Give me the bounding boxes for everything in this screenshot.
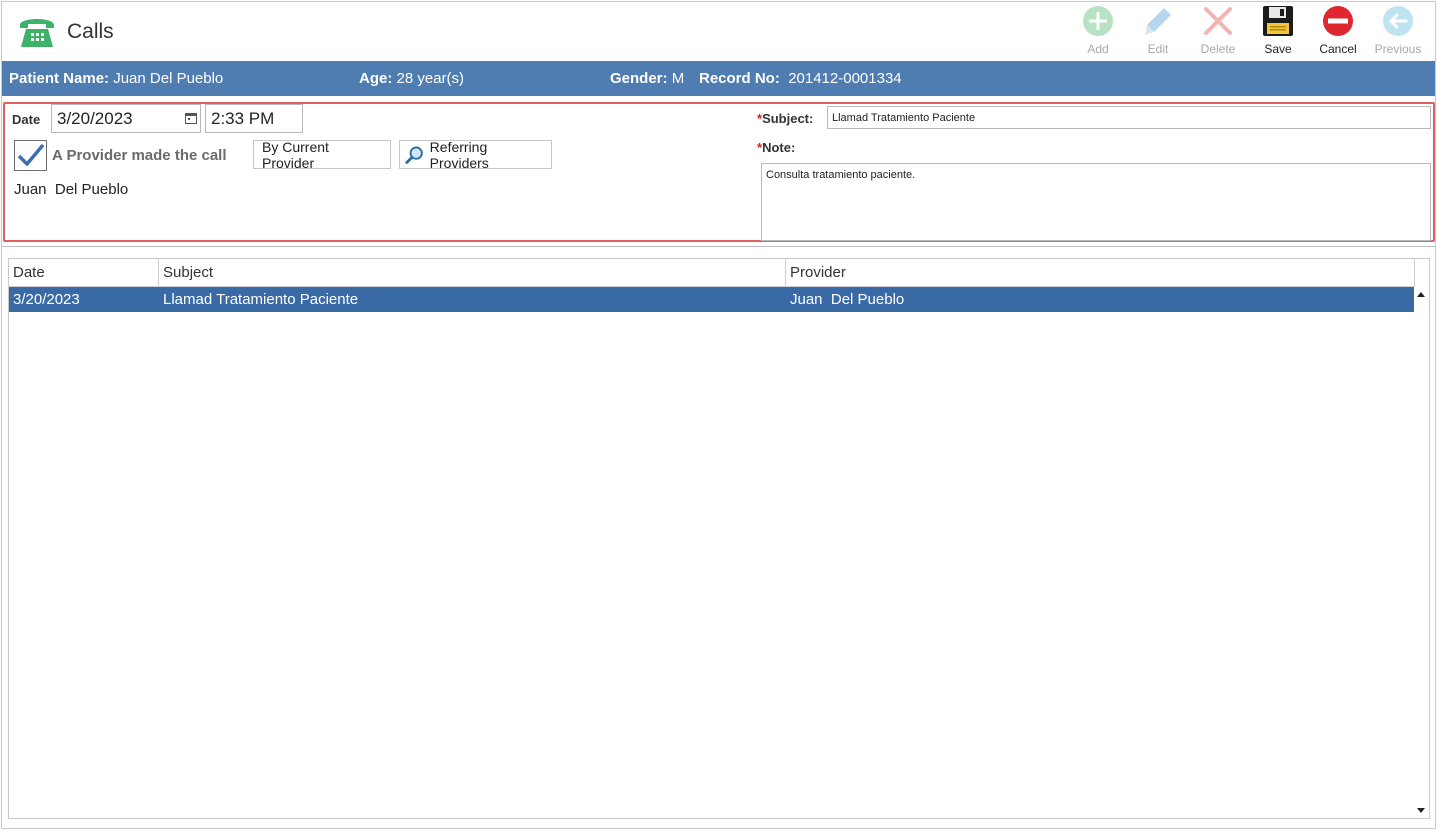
provider-made-call-checkbox[interactable]: [14, 140, 47, 171]
previous-label: Previous: [1374, 42, 1422, 56]
subject-value: Llamad Tratamiento Paciente: [832, 112, 976, 124]
gender-label: Gender:: [610, 70, 668, 87]
note-label: *Note:: [757, 140, 795, 155]
vertical-scrollbar[interactable]: [1414, 287, 1429, 818]
floppy-disk-icon: [1263, 6, 1293, 36]
by-current-provider-label: By Current Provider: [262, 138, 329, 171]
delete-button[interactable]: Delete: [1189, 4, 1247, 58]
save-button[interactable]: Save: [1249, 4, 1307, 58]
referring-providers-button[interactable]: Referring Providers: [399, 138, 552, 171]
calls-grid: Date Subject Provider 3/20/2023 Llamad T…: [8, 258, 1430, 819]
subject-input[interactable]: Llamad Tratamiento Paciente: [827, 106, 1431, 129]
date-label: Date: [12, 112, 41, 127]
pencil-icon: [1145, 8, 1171, 35]
magnifier-icon: [405, 146, 423, 164]
subject-label: *Subject:: [757, 111, 813, 126]
page-title: Calls: [67, 20, 114, 43]
edit-label: Edit: [1147, 42, 1169, 56]
gender-value: M: [671, 70, 685, 87]
checkmark-icon: [17, 143, 45, 166]
referring-providers-label: Referring Providers: [429, 138, 489, 171]
grid-header: Date Subject Provider: [9, 259, 1415, 287]
gender-field: Gender: M: [610, 70, 684, 87]
cancel-button[interactable]: Cancel: [1309, 4, 1367, 58]
telephone-icon: [20, 19, 54, 47]
age-value: 28 year(s): [396, 70, 465, 87]
toolbar: Add Edit Delete Save Cancel Previous: [1067, 4, 1427, 58]
add-button[interactable]: Add: [1069, 4, 1127, 58]
record-value: 201412-0001334: [788, 70, 902, 87]
column-header-provider[interactable]: Provider: [786, 259, 1415, 286]
note-label-text: Note:: [762, 140, 796, 155]
table-row[interactable]: 3/20/2023 Llamad Tratamiento Paciente Ju…: [9, 287, 1414, 312]
subject-label-text: Subject:: [762, 111, 814, 126]
title-bar: Calls Add Edit Delete Save Cancel Previo…: [0, 0, 1435, 60]
cancel-label: Cancel: [1319, 42, 1357, 56]
age-field: Age: 28 year(s): [359, 70, 464, 87]
record-field: Record No: 201412-0001334: [699, 70, 902, 87]
delete-x-icon: [1204, 7, 1232, 35]
age-label: Age:: [359, 70, 393, 87]
row-subject: Llamad Tratamiento Paciente: [163, 291, 359, 308]
patient-banner: Patient Name: Juan Del Pueblo Age: 28 ye…: [2, 61, 1435, 96]
arrow-left-icon: [1383, 6, 1413, 36]
provider-made-call-label: A Provider made the call: [52, 147, 227, 164]
save-label: Save: [1264, 42, 1292, 56]
row-date: 3/20/2023: [13, 291, 80, 308]
cancel-icon: [1323, 6, 1353, 36]
add-label: Add: [1087, 42, 1109, 56]
date-input[interactable]: 3/20/2023: [51, 104, 201, 133]
time-value: 2:33 PM: [211, 109, 275, 128]
calendar-icon[interactable]: [185, 113, 197, 124]
time-input[interactable]: 2:33 PM: [205, 104, 303, 133]
note-textarea[interactable]: Consulta tratamiento paciente.: [761, 163, 1431, 241]
scroll-up-arrow-icon[interactable]: [1417, 292, 1425, 297]
patient-name-value: Juan Del Pueblo: [113, 70, 224, 87]
edit-button[interactable]: Edit: [1129, 4, 1187, 58]
patient-name-label: Patient Name:: [9, 70, 110, 87]
row-provider: Juan Del Pueblo: [790, 291, 905, 308]
date-value: 3/20/2023: [57, 109, 133, 128]
note-value: Consulta tratamiento paciente.: [766, 169, 916, 181]
selected-provider-name: Juan Del Pueblo: [14, 181, 129, 198]
record-label: Record No:: [699, 70, 780, 87]
column-header-subject[interactable]: Subject: [159, 259, 786, 286]
section-divider: [2, 246, 1435, 247]
previous-button[interactable]: Previous: [1369, 4, 1427, 58]
scroll-down-arrow-icon[interactable]: [1417, 808, 1425, 813]
delete-label: Delete: [1200, 42, 1236, 56]
column-header-date[interactable]: Date: [9, 259, 159, 286]
add-icon: [1083, 6, 1113, 36]
by-current-provider-button[interactable]: By Current Provider: [253, 138, 391, 171]
patient-name-field: Patient Name: Juan Del Pueblo: [9, 70, 223, 87]
